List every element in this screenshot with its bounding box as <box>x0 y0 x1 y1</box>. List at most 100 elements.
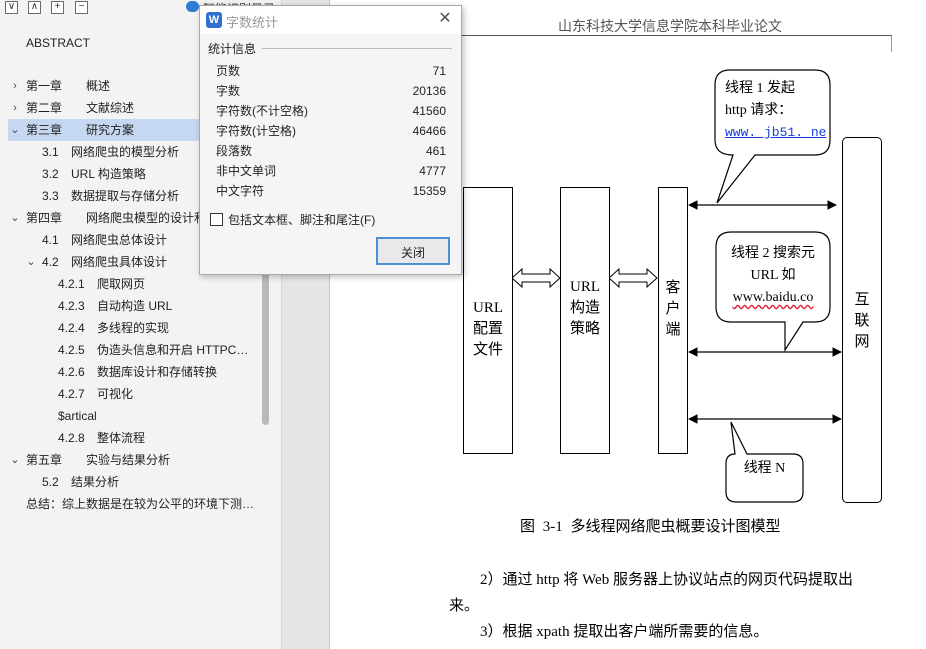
collapse-button[interactable]: − <box>75 1 88 14</box>
toc-item-number: 3.2 <box>42 167 59 181</box>
box-label: 策略 <box>569 321 600 337</box>
url-strategy-box: URL 构造 策略 <box>560 187 610 454</box>
toc-item-number: 3.3 <box>42 189 59 203</box>
box-label: 文件 <box>472 342 503 358</box>
toc-item-label: 多线程的实现 <box>97 321 170 335</box>
toc-item-label: 总结：综上数据是在较为公平的环境下测… <box>26 497 255 511</box>
internet-box: 互 联 网 <box>842 137 882 503</box>
stat-row: 字符数(计空格) 46466 <box>216 121 446 141</box>
stat-value: 15359 <box>412 184 446 198</box>
dialog-title: 字数统计 <box>226 15 279 30</box>
box-label: 端 <box>665 322 681 338</box>
stat-row: 页数 71 <box>216 61 446 81</box>
close-button[interactable]: 关闭 <box>376 237 450 265</box>
close-icon[interactable]: ✕ <box>436 10 454 28</box>
toc-item[interactable]: 4.2.8 整体流程 <box>0 427 262 449</box>
collapse-up-button[interactable]: ∧ <box>28 1 41 14</box>
word-count-dialog: W 字数统计 ✕ 统计信息 页数 71 字数 20136 字符数(不计空格) 41560 字… <box>199 5 462 275</box>
collapse-down-button[interactable]: ∨ <box>5 1 18 14</box>
toc-item-label: 自动构造 URL <box>97 299 173 313</box>
toc-item-number: 第三章 <box>26 123 63 137</box>
box-label: 互 <box>854 292 870 308</box>
callout-link: www. jb51. ne <box>725 125 827 140</box>
box-label: URL <box>570 279 600 295</box>
toc-item[interactable]: ⌄ 第五章 实验与结果分析 <box>0 449 262 471</box>
box-label: 构造 <box>569 300 600 316</box>
url-config-file-box: URL 配置 文件 <box>463 187 513 454</box>
margin-marker <box>891 36 892 52</box>
toc-item[interactable]: 4.2.5 伪造头信息和开启 HTTPC… <box>0 339 262 361</box>
double-arrow-1 <box>511 267 561 289</box>
chevron-down-icon[interactable]: ⌄ <box>25 251 37 273</box>
toc-item-label: 数据提取与存储分析 <box>71 189 180 203</box>
toc-item-number: 4.2.5 <box>58 343 85 357</box>
header-rule <box>420 35 892 36</box>
expand-button[interactable]: + <box>51 1 64 14</box>
toc-item-label: 网络爬虫模型的设计和 <box>86 211 207 225</box>
figure-caption: 图 3-1 多线程网络爬虫概要设计图模型 <box>520 519 781 535</box>
stat-row: 非中文单词 4777 <box>216 161 446 181</box>
toc-item-label: $artical <box>58 409 97 423</box>
box-label: 联 <box>854 313 870 329</box>
toc-item[interactable]: 4.2.1 爬取网页 <box>0 273 262 295</box>
toc-item-number: 第五章 <box>26 453 63 467</box>
callout-2-text: 线程 2 搜索元 URL 如 www.baidu.co <box>723 243 823 309</box>
toc-item-label: 文献综述 <box>86 101 135 115</box>
toc-item-label: 整体流程 <box>97 431 146 445</box>
dialog-titlebar[interactable]: W 字数统计 ✕ <box>200 6 461 34</box>
stat-label: 字符数(计空格) <box>216 124 296 138</box>
toc-item-label: 伪造头信息和开启 HTTPC… <box>97 343 249 357</box>
include-textbox-label[interactable]: 包括文本框、脚注和尾注(F) <box>228 211 375 228</box>
wps-writer-icon: W <box>206 12 222 28</box>
section-divider <box>262 48 452 49</box>
toc-item[interactable]: 总结：综上数据是在较为公平的环境下测… <box>0 493 262 515</box>
toc-item-number: 4.2.4 <box>58 321 85 335</box>
toc-item[interactable]: $artical <box>0 405 262 427</box>
stat-label: 中文字符 <box>216 184 265 198</box>
toc-item[interactable]: 4.2.3 自动构造 URL <box>0 295 262 317</box>
chevron-down-icon[interactable]: ⌄ <box>9 119 21 141</box>
toc-item[interactable]: 5.2 结果分析 <box>0 471 262 493</box>
toc-item-number: 4.2.8 <box>58 431 85 445</box>
toc-item-number: 第二章 <box>26 101 63 115</box>
toc-item-number: 4.2.7 <box>58 387 85 401</box>
toc-item-label: 网络爬虫具体设计 <box>71 255 168 269</box>
stat-label: 段落数 <box>216 144 253 158</box>
stat-value: 461 <box>425 144 446 158</box>
include-textbox-checkbox[interactable] <box>210 213 223 226</box>
toc-item-number: 4.2.1 <box>58 277 85 291</box>
box-label: 配置 <box>472 321 503 337</box>
stat-row: 中文字符 15359 <box>216 181 446 201</box>
callout-3-text: 线程 N <box>726 458 803 480</box>
running-header: 山东科技大学信息学院本科毕业论文 <box>558 20 782 35</box>
smart-toc-icon[interactable] <box>186 1 199 12</box>
box-label: 网 <box>854 334 870 350</box>
toc-item-number: 4.2.6 <box>58 365 85 379</box>
stat-value: 4777 <box>419 164 446 178</box>
toc-item-number: 5.2 <box>42 475 59 489</box>
stat-label: 字数 <box>216 84 241 98</box>
toc-item[interactable]: 4.2.7 可视化 <box>0 383 262 405</box>
body-paragraph-1: 2）通过 http 将 Web 服务器上协议站点的网页代码提取出 <box>480 572 853 588</box>
chevron-right-icon[interactable]: › <box>9 97 21 119</box>
chevron-down-icon[interactable]: ⌄ <box>9 449 21 471</box>
callout-line: www.baidu.co <box>732 290 814 305</box>
box-label: 户 <box>665 301 681 317</box>
callout-line: URL 如 <box>750 268 796 283</box>
stat-value: 71 <box>432 64 446 78</box>
callout-line: http 请求： <box>725 103 793 118</box>
toc-item-number: 第一章 <box>26 79 63 93</box>
toc-item-label: 实验与结果分析 <box>86 453 171 467</box>
chevron-right-icon[interactable]: › <box>9 75 21 97</box>
toc-item[interactable]: 4.2.4 多线程的实现 <box>0 317 262 339</box>
toc-item-label: 数据库设计和存储转换 <box>97 365 218 379</box>
toc-item-label: 爬取网页 <box>97 277 146 291</box>
toc-item[interactable]: 4.2.6 数据库设计和存储转换 <box>0 361 262 383</box>
chevron-down-icon[interactable]: ⌄ <box>9 207 21 229</box>
stat-row: 段落数 461 <box>216 141 446 161</box>
stat-row: 字数 20136 <box>216 81 446 101</box>
stat-value: 41560 <box>412 104 446 118</box>
toc-item-number: 3.1 <box>42 145 59 159</box>
toc-item-label: 概述 <box>86 79 111 93</box>
callout-1-text: 线程 1 发起 http 请求： www. jb51. ne <box>725 78 826 144</box>
